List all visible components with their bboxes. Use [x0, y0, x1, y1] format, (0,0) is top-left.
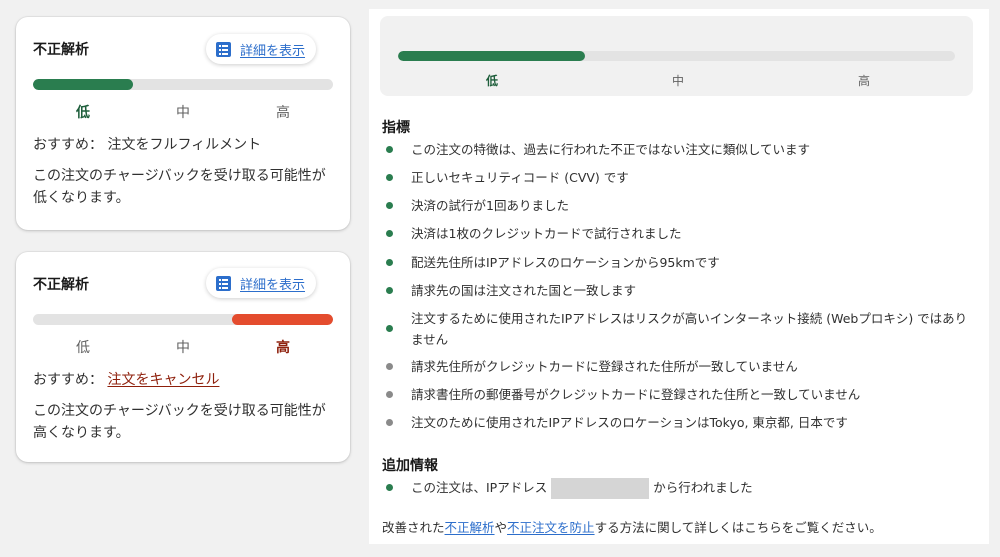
fraud-analysis-card-high: 不正解析 詳細を表示 低 中 高 おすすめ： 注文をキャンセル この注文のチャー…: [16, 252, 350, 462]
risk-level-high: 高: [276, 340, 290, 356]
risk-level-low: 低: [76, 105, 90, 121]
ip-prefix: この注文は、IPアドレス: [411, 480, 548, 495]
neutral-dot-icon: [386, 363, 393, 370]
fraud-analysis-card-low: 不正解析 詳細を表示 低 中 高 おすすめ： 注文をフルフィルメント この注文の…: [16, 17, 350, 230]
redacted-ip-address: [551, 478, 650, 499]
risk-meter-box: 低 中 高: [380, 16, 973, 96]
risk-level-low: 低: [76, 340, 90, 356]
risk-meter: [33, 314, 333, 325]
card-title: 不正解析: [33, 277, 89, 293]
risk-level-medium: 中: [176, 340, 190, 356]
positive-dot-icon: [386, 484, 393, 491]
ip-suffix: から行われました: [653, 480, 753, 495]
risk-meter-fill: [232, 314, 333, 325]
positive-dot-icon: [386, 287, 393, 294]
prevent-fraud-link[interactable]: 不正注文を防止: [507, 520, 595, 535]
footer-mid: や: [494, 520, 508, 535]
positive-dot-icon: [386, 325, 393, 332]
neutral-dot-icon: [386, 391, 393, 398]
risk-meter-fill: [33, 79, 133, 90]
view-details-link[interactable]: 詳細を表示: [240, 40, 305, 59]
positive-dot-icon: [386, 259, 393, 266]
chargeback-description: この注文のチャージバックを受け取る可能性が高くなります。: [33, 403, 326, 441]
positive-dot-icon: [386, 202, 393, 209]
help-footer: 改善された不正解析や不正注文を防止する方法に関して詳しくはこちらをご覧ください。: [382, 517, 882, 536]
risk-meter: [398, 51, 955, 61]
list-icon: [216, 275, 231, 291]
chargeback-description: この注文のチャージバックを受け取る可能性が低くなります。: [33, 168, 326, 206]
risk-meter: [33, 79, 333, 90]
neutral-dot-icon: [386, 419, 393, 426]
risk-level-high: 高: [276, 105, 290, 121]
footer-suffix: する方法に関して詳しくはこちらをご覧ください。: [594, 520, 882, 535]
risk-level-medium: 中: [671, 74, 684, 88]
positive-dot-icon: [386, 174, 393, 181]
view-details-button[interactable]: 詳細を表示: [206, 268, 317, 298]
recommendation-prefix: おすすめ：: [33, 137, 103, 153]
positive-dot-icon: [386, 146, 393, 153]
card-title: 不正解析: [33, 42, 89, 58]
fraud-analysis-link[interactable]: 不正解析: [445, 520, 495, 535]
view-details-link[interactable]: 詳細を表示: [240, 274, 305, 293]
recommendation-prefix: おすすめ：: [33, 372, 103, 388]
cancel-order-link[interactable]: 注文をキャンセル: [107, 372, 219, 388]
positive-dot-icon: [386, 230, 393, 237]
fraud-details-panel: 低 中 高 指標 この注文の特徴は、過去に行われた不正ではない注文に類似していま…: [369, 9, 989, 544]
footer-prefix: 改善された: [382, 520, 445, 535]
view-details-button[interactable]: 詳細を表示: [206, 34, 317, 64]
additional-info-title: 追加情報: [382, 458, 438, 474]
recommendation: おすすめ： 注文をキャンセル: [33, 369, 219, 389]
list-icon: [216, 41, 231, 57]
risk-level-medium: 中: [176, 105, 190, 121]
recommendation-text: 注文をフルフィルメント: [107, 137, 262, 153]
risk-level-low: 低: [485, 74, 498, 88]
indicators-title: 指標: [382, 120, 410, 136]
risk-meter-fill: [398, 51, 585, 61]
recommendation: おすすめ： 注文をフルフィルメント: [33, 134, 261, 154]
risk-level-high: 高: [857, 74, 870, 88]
